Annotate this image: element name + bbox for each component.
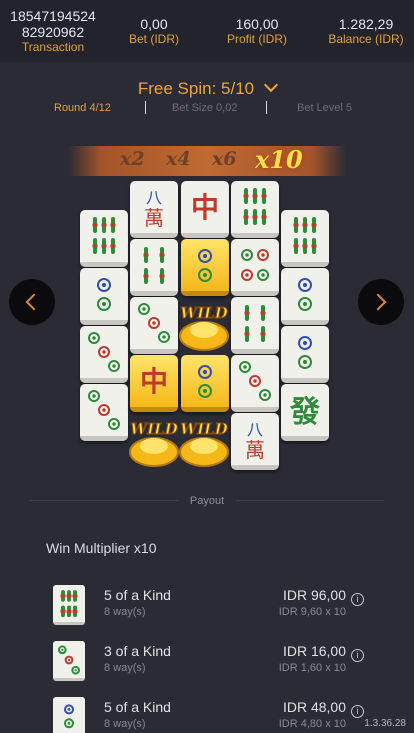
character-wan-tile: 八萬 <box>130 181 178 238</box>
bamboo-tile <box>130 239 178 296</box>
payout-row: 3 of a Kind 8 way(s) IDR 16,00 IDR 1,60 … <box>0 641 414 691</box>
red-dragon-tile: 中 <box>181 181 229 238</box>
gold-red-dragon-tile: 中 <box>130 355 178 412</box>
profit-label: Profit (IDR) <box>227 32 287 46</box>
payout-label: Payout <box>189 495 225 507</box>
svg-text:萬: 萬 <box>144 206 164 230</box>
previous-button[interactable] <box>9 279 55 325</box>
bamboo-tile <box>80 210 128 267</box>
svg-text:中: 中 <box>191 191 219 224</box>
bet-block: 0,00 Bet (IDR) <box>108 16 200 47</box>
svg-text:WILD: WILD <box>180 420 227 438</box>
two-dot-tile <box>80 268 128 325</box>
multiplier-x4: x4 <box>166 148 191 170</box>
payout-amount: IDR 48,00 <box>282 699 346 715</box>
info-icon[interactable]: i <box>351 705 364 718</box>
bet-value: 0,00 <box>140 16 168 32</box>
balance-label: Balance (IDR) <box>328 32 404 46</box>
svg-text:中: 中 <box>140 365 168 398</box>
chevron-down-icon[interactable] <box>264 77 279 93</box>
info-icon[interactable]: i <box>351 649 364 662</box>
payout-calculation: IDR 9,60 x 10 <box>278 606 346 618</box>
bet-size-label: Bet Size 0,02 <box>172 102 238 114</box>
svg-text:八: 八 <box>247 420 263 439</box>
info-icon[interactable]: i <box>351 593 364 606</box>
character-wan-tile: 八萬 <box>231 413 279 470</box>
payout-ways: 8 way(s) <box>104 662 146 674</box>
bamboo-tile-icon <box>53 585 85 625</box>
history-header: 18547194524 82920962 Transaction 0,00 Be… <box>0 0 414 62</box>
round-info: Round 4/12 Bet Size 0,02 Bet Level 5 <box>0 102 414 116</box>
payout-kind: 5 of a Kind <box>104 699 171 715</box>
multiplier-x6: x6 <box>212 148 237 170</box>
wild-symbol: WILD <box>128 412 180 470</box>
svg-text:八: 八 <box>146 188 162 207</box>
payout-row: 5 of a Kind 8 way(s) IDR 96,00 IDR 9,60 … <box>0 585 414 635</box>
three-dot-tile <box>231 355 279 412</box>
transaction-id-line1: 18547194524 <box>10 8 96 24</box>
payout-kind: 5 of a Kind <box>104 587 171 603</box>
payout-calculation: IDR 1,60 x 10 <box>278 662 346 674</box>
profit-value: 160,00 <box>235 16 279 32</box>
free-spin-selector[interactable]: Free Spin: 5/10 <box>0 77 414 99</box>
multiplier-x2: x2 <box>120 148 145 170</box>
profit-block: 160,00 Profit (IDR) <box>210 16 304 47</box>
free-spin-label: Free Spin: 5/10 <box>137 79 255 98</box>
divider <box>266 101 267 114</box>
chevron-left-icon <box>25 293 43 311</box>
payout-kind: 3 of a Kind <box>104 643 171 659</box>
version-label: 1.3.36.28 <box>364 718 406 729</box>
divider <box>145 101 146 114</box>
transaction-label: Transaction <box>21 40 85 54</box>
next-button[interactable] <box>358 279 404 325</box>
bet-level-label: Bet Level 5 <box>297 102 353 114</box>
transaction-id-line2: 82920962 <box>21 24 85 40</box>
payout-row: 5 of a Kind 8 way(s) IDR 48,00 IDR 4,80 … <box>0 697 414 733</box>
balance-value: 1.282,29 <box>338 16 394 32</box>
bamboo-tile <box>231 297 279 354</box>
three-dot-tile-icon <box>53 641 85 681</box>
wild-symbol: WILD <box>178 296 230 354</box>
two-dot-tile <box>281 268 329 325</box>
green-dragon-tile: 發 <box>281 384 329 441</box>
svg-text:萬: 萬 <box>245 438 265 462</box>
chevron-right-icon <box>369 293 387 311</box>
three-dot-tile <box>80 326 128 383</box>
three-dot-tile <box>130 297 178 354</box>
payout-ways: 8 way(s) <box>104 606 146 618</box>
round-label: Round 4/12 <box>54 102 111 114</box>
gold-two-dot-tile <box>181 355 229 412</box>
three-dot-tile <box>80 384 128 441</box>
transaction-block: 18547194524 82920962 Transaction <box>4 8 102 55</box>
bamboo-tile <box>231 181 279 238</box>
multiplier-bar <box>68 146 346 176</box>
payout-calculation: IDR 4,80 x 10 <box>278 718 346 730</box>
svg-text:發: 發 <box>289 395 320 430</box>
multiplier-x10-active: x10 <box>255 145 303 174</box>
bet-label: Bet (IDR) <box>128 32 179 46</box>
two-dot-tile <box>281 326 329 383</box>
four-dot-tile <box>231 239 279 296</box>
payout-amount: IDR 16,00 <box>282 643 346 659</box>
gold-two-dot-tile <box>181 239 229 296</box>
win-multiplier-label: Win Multiplier x10 <box>46 540 157 556</box>
balance-block: 1.282,29 Balance (IDR) <box>318 16 414 47</box>
payout-ways: 8 way(s) <box>104 718 146 730</box>
two-dot-tile-icon <box>53 697 85 733</box>
payout-amount: IDR 96,00 <box>282 587 346 603</box>
bamboo-tile <box>281 210 329 267</box>
svg-text:WILD: WILD <box>180 304 227 322</box>
wild-symbol: WILD <box>178 412 230 470</box>
svg-text:WILD: WILD <box>130 420 177 438</box>
